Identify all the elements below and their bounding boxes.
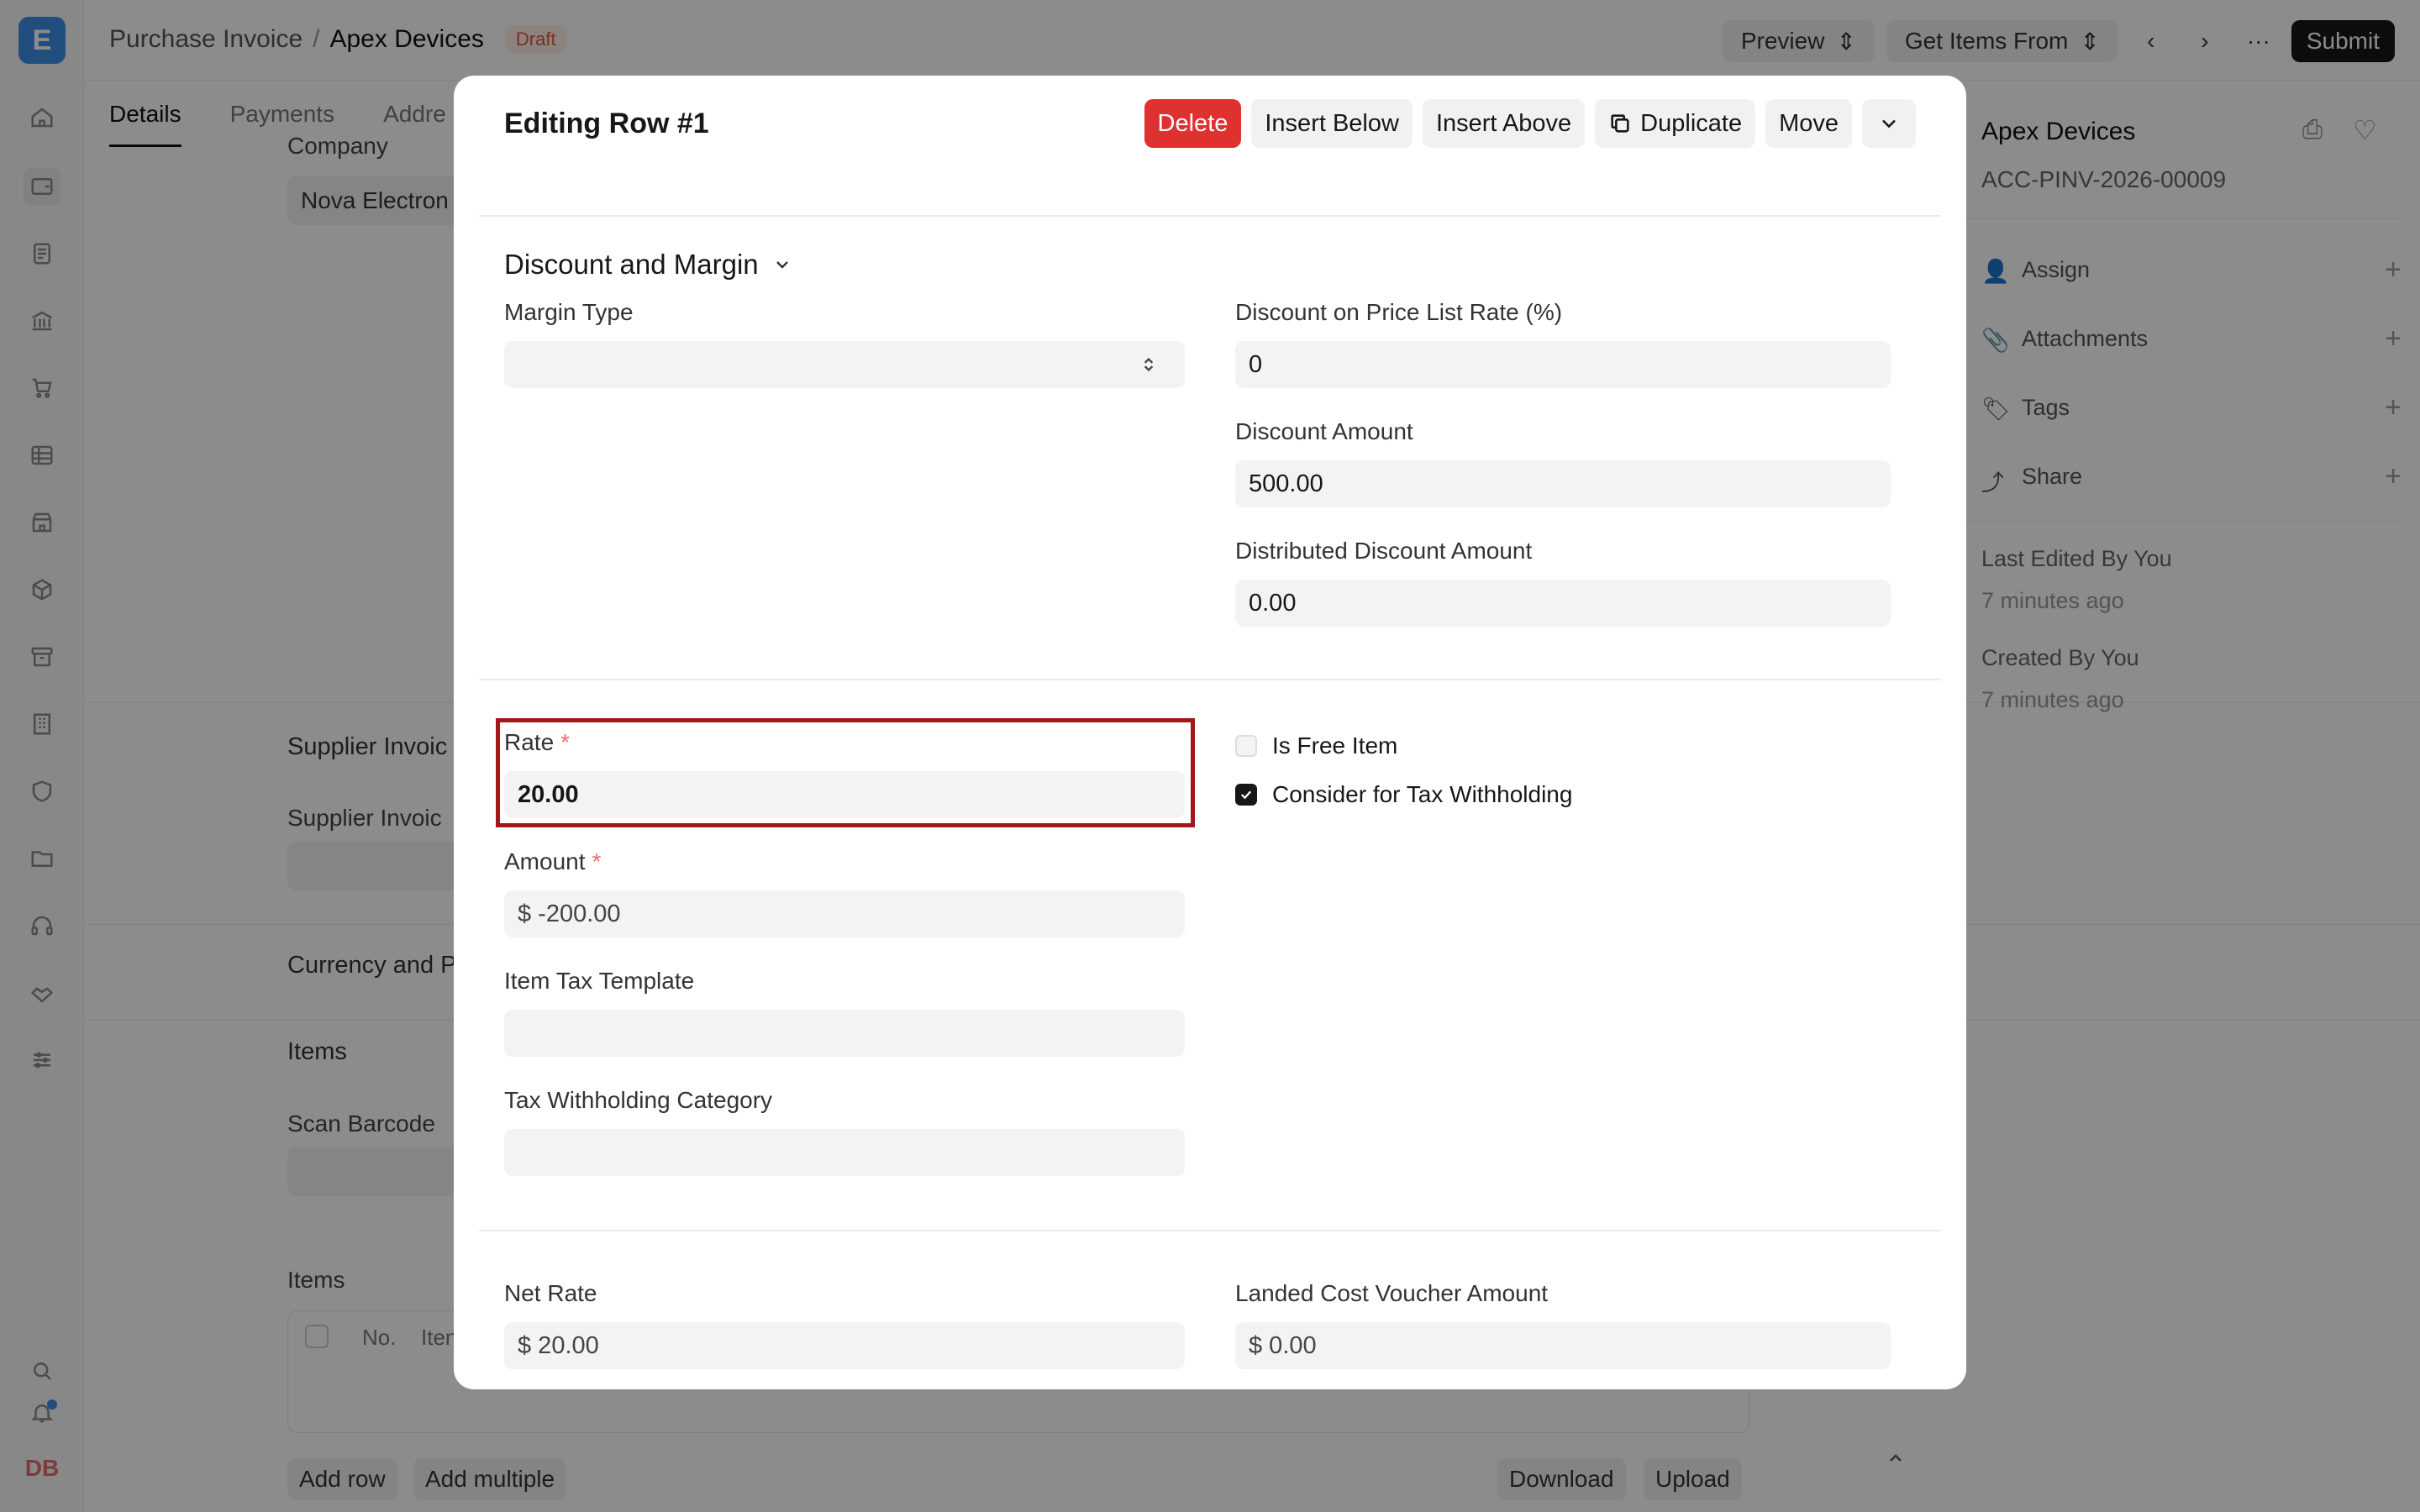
updown-chevron-icon [1144,357,1154,372]
landed-cost-label: Landed Cost Voucher Amount [1235,1280,1549,1306]
consider-tax-label: Consider for Tax Withholding [1272,781,1573,807]
discount-amount-input[interactable]: 500.00 [1235,460,1891,507]
distributed-discount-label: Distributed Discount Amount [1235,538,1533,564]
duplicate-button[interactable]: Duplicate [1595,99,1756,148]
tax-withholding-category-input[interactable] [504,1129,1185,1176]
dialog-divider [479,1230,1941,1231]
net-rate-label: Net Rate [504,1280,597,1306]
tax-withholding-category-label: Tax Withholding Category [504,1087,773,1113]
collapse-dialog-button[interactable] [1862,99,1916,148]
is-free-item-checkbox[interactable]: Is Free Item [1235,732,1397,759]
consider-tax-withholding-checkbox[interactable]: Consider for Tax Withholding [1235,781,1572,808]
section-discount-margin[interactable]: Discount and Margin [504,249,792,281]
move-button[interactable]: Move [1765,99,1852,148]
item-tax-template-input[interactable] [504,1010,1185,1057]
discount-amount-label: Discount Amount [1235,418,1413,444]
rate-field-highlight [496,718,1195,827]
chevron-down-icon [1882,119,1896,129]
dialog-actions: Delete Insert Below Insert Above Duplica… [1144,99,1916,148]
amount-input[interactable]: $ -200.00 [504,890,1185,937]
copy-icon [1611,114,1629,133]
margin-type-select[interactable] [504,341,1185,388]
dialog-title: Editing Row #1 [504,108,709,139]
delete-button[interactable]: Delete [1144,99,1242,148]
dialog-divider [479,679,1941,680]
chevron-down-icon [776,261,788,269]
required-marker: * [592,848,602,874]
dialog-divider [479,215,1941,217]
insert-above-button[interactable]: Insert Above [1422,99,1586,148]
discount-percent-input[interactable]: 0 [1235,341,1891,388]
item-tax-template-label: Item Tax Template [504,968,695,994]
duplicate-label: Duplicate [1640,109,1743,137]
is-free-item-label: Is Free Item [1272,732,1398,759]
distributed-discount-input[interactable]: 0.00 [1235,580,1891,627]
margin-type-label: Margin Type [504,299,634,325]
chevron-up-icon [1890,1454,1902,1462]
landed-cost-input[interactable]: $ 0.00 [1235,1322,1891,1369]
checkbox-unchecked[interactable] [1235,735,1257,757]
scroll-to-top-button[interactable] [1876,1438,1916,1478]
section-title: Discount and Margin [504,249,759,280]
checkmark-icon [1240,790,1252,800]
checkbox-checked[interactable] [1235,784,1257,806]
insert-below-button[interactable]: Insert Below [1251,99,1413,148]
amount-label: Amount * [504,848,601,875]
net-rate-input[interactable]: $ 20.00 [504,1322,1185,1369]
amount-label-text: Amount [504,848,586,874]
discount-percent-label: Discount on Price List Rate (%) [1235,299,1563,325]
